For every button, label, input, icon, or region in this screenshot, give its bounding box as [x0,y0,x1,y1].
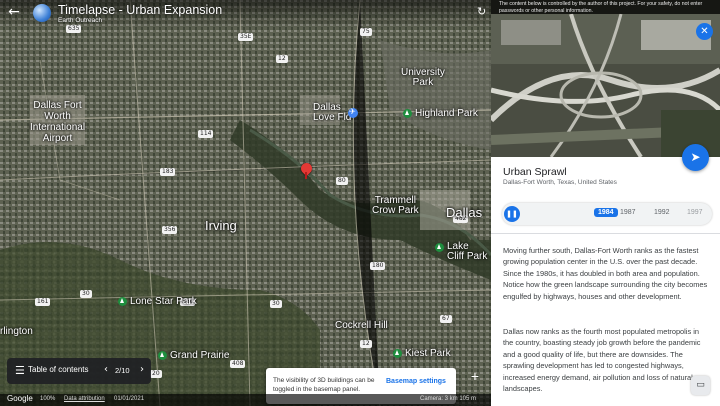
earth-globe-icon [33,4,51,22]
close-icon[interactable]: ✕ [696,23,713,40]
fly-to-location-icon[interactable]: ➤ [682,144,709,171]
highway-shield: 12 [360,340,372,348]
park-icon [403,108,412,118]
highway-shield: 30 [270,300,282,308]
park-icon [118,296,127,306]
data-attribution-link[interactable]: Data attribution [64,396,105,402]
camera-info: Camera: 3 km 105 m [420,396,477,402]
list-icon[interactable]: ☰ [15,364,25,377]
map-label-dallas: Dallas [446,205,483,220]
basemap-settings-button[interactable]: Basemap settings [386,378,446,385]
airport-icon [348,107,358,118]
highway-shield: 30 [80,290,92,298]
map-label-arlington: rlington [0,326,33,337]
highway-shield: 20 [150,370,162,378]
map-label-lake-cliff-park: Lake Cliff Park [435,242,487,262]
highway-shield: 183 [160,168,176,176]
zoom-level: 100% [40,396,56,402]
highway-shield: 80 [336,177,348,185]
story-paragraph-2: Dallas now ranks as the fourth most popu… [503,327,701,394]
year-timeline[interactable]: ❚❚ 1984 1987 1992 1997 [502,203,712,225]
section-divider [491,233,720,234]
highway-shield: 180 [370,262,386,270]
park-icon [393,348,402,358]
project-title: Timelapse - Urban Expansion [58,3,223,17]
map-label-dfw-airport: Dallas Fort Worth International Airport [30,100,86,144]
aerial-photo [491,0,720,157]
highway-shield: 356 [162,226,178,234]
map-label-kiest-park: Kiest Park [393,348,451,359]
highway-shield: 161 [35,298,51,306]
map-label-dallas-love-field: Dallas Love Fld [313,102,352,123]
chevron-left-icon[interactable]: ‹ [104,364,108,375]
table-of-contents-bar[interactable]: ☰ Table of contents ‹ 2/10 › [7,358,151,384]
park-icon [158,350,167,360]
location-pin-stem [305,172,307,179]
map-label-highland-park: Highland Park [403,108,478,119]
project-subtitle: Earth Outreach [58,17,103,24]
map-label-trammell-crow-park: Trammell Crow Park [372,195,419,216]
highway-shield: 114 [198,130,214,138]
back-arrow-icon[interactable]: ← [6,4,22,20]
place-subtitle: Dallas-Fort Worth, Texas, United States [503,179,617,186]
highway-shield: 35E [238,33,254,41]
chevron-right-icon[interactable]: › [140,364,144,375]
map-status-bar: Google 100% Data attribution 01/01/2021 … [0,394,491,406]
place-title: Urban Sprawl [503,166,567,178]
toc-page-indicator: 2/10 [115,366,130,375]
map-label-cockrell-hill: Cockrell Hill [335,320,388,331]
map-label-lone-star-park: Lone Star Park [118,296,197,307]
history-icon[interactable]: ↻ [477,5,491,19]
map-label-university-park: University Park [401,67,445,88]
highway-shield: 67 [440,315,452,323]
imagery-date: 01/01/2021 [114,396,145,402]
year-chip[interactable]: 1997 [687,209,703,216]
google-logo: Google [7,394,33,403]
year-chip[interactable]: 1992 [654,209,670,216]
park-icon [435,242,444,252]
highway-shield: 12 [276,55,288,63]
feedback-icon[interactable]: ▭ [691,376,710,395]
year-chip-active[interactable]: 1984 [594,208,618,217]
play-pause-icon[interactable]: ❚❚ [504,206,520,222]
map-label-irving: Irving [205,218,237,233]
map-label-grand-prairie: Grand Prairie [158,350,229,361]
satellite-map[interactable]: 635 183 35E 75 12 114 161 30 360 80 12 4… [0,0,491,406]
year-chip[interactable]: 1987 [620,209,636,216]
story-paragraph-1: Moving further south, Dallas-Fort Worth … [503,246,708,301]
add-icon[interactable]: + [467,368,483,384]
toc-label[interactable]: Table of contents [28,365,88,374]
highway-shield: 75 [360,28,372,36]
highway-shield: 408 [230,360,246,368]
story-panel: The content below is controlled by the a… [491,0,720,406]
toast-message: The visibility of 3D buildings can be to… [273,377,375,393]
author-disclaimer: The content below is controlled by the a… [491,0,720,14]
